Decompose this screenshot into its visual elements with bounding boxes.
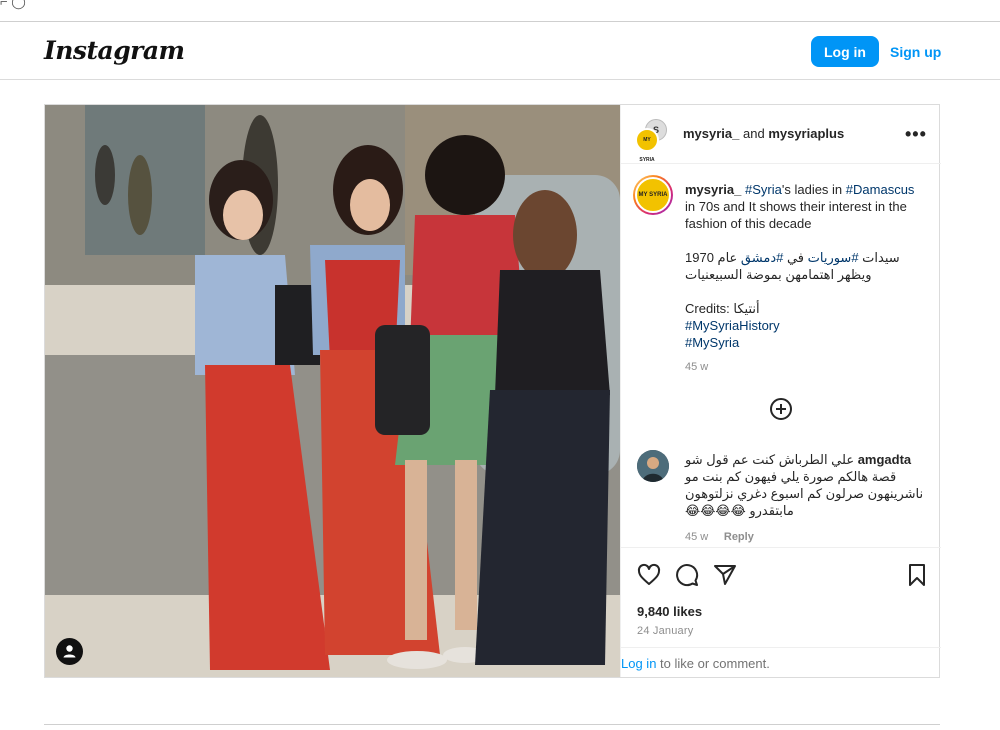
caption-ar-b: في: [783, 250, 808, 265]
login-prompt-text: to like or comment.: [656, 656, 770, 671]
post-photo[interactable]: [45, 105, 620, 677]
comment-username[interactable]: amgadta: [858, 452, 911, 467]
post-caption: mysyria_ #Syria's ladies in #Damascus in…: [685, 181, 925, 376]
bookmark-icon[interactable]: [905, 563, 929, 587]
caption-ar-a: سيدات: [858, 250, 900, 265]
instagram-logo[interactable]: Instagram: [44, 36, 185, 65]
browser-tab-stub: ⌐ ◯: [0, 0, 26, 9]
page-divider: [44, 724, 940, 725]
avatar-mysyria: MY SYRIA: [635, 128, 659, 163]
post-header: S MY SYRIA mysyria_ and mysyriaplus •••: [621, 105, 941, 164]
caption-arabic-line-1: سيدات #سوريات في #دمشق عام 1970: [685, 249, 925, 266]
hashtag-syria[interactable]: #Syria: [745, 182, 782, 197]
heart-icon[interactable]: [637, 563, 661, 587]
login-button[interactable]: Log in: [811, 36, 879, 67]
signup-link[interactable]: Sign up: [890, 44, 941, 60]
more-icon[interactable]: •••: [905, 124, 927, 145]
browser-strip: ⌐ ◯: [0, 0, 1000, 22]
likes-count[interactable]: 9,840 likes: [637, 604, 702, 619]
hashtag-dimashq-ar[interactable]: #دمشق: [741, 250, 783, 265]
collab-avatars[interactable]: S MY SYRIA: [635, 119, 669, 163]
post-sidebar: S MY SYRIA mysyria_ and mysyriaplus ••• …: [620, 105, 941, 677]
author-link-1[interactable]: mysyria_: [683, 126, 739, 141]
caption-ar-c: عام 1970: [685, 250, 741, 265]
comment-body: amgadta علي الطرباش كنت عم قول شو قصة ها…: [685, 451, 925, 519]
caption-avatar-logo: MY SYRIA: [635, 177, 671, 213]
comment-timestamp[interactable]: 45 w: [685, 531, 708, 543]
caption-avatar[interactable]: MY SYRIA: [633, 175, 673, 215]
caption-timestamp[interactable]: 45 w: [685, 359, 925, 376]
hashtag-damascus[interactable]: #Damascus: [846, 182, 915, 197]
hashtag-syrians-ar[interactable]: #سوريات: [808, 250, 859, 265]
post-authors: mysyria_ and mysyriaplus: [683, 126, 844, 141]
caption-text-2: in 70s and It shows their interest in th…: [685, 199, 907, 231]
comment-icon[interactable]: [675, 563, 699, 587]
commenter-avatar[interactable]: [637, 450, 669, 482]
post-actions: 9,840 likes 24 January: [621, 547, 941, 647]
street-photo-illustration: [45, 105, 620, 677]
user-tag-icon[interactable]: [56, 638, 83, 665]
login-prompt: Log in to like or comment.: [621, 647, 941, 677]
caption-username[interactable]: mysyria_: [685, 182, 741, 197]
login-prompt-link[interactable]: Log in: [621, 656, 656, 671]
hashtag-mysyria[interactable]: #MySyria: [685, 334, 925, 351]
post-date[interactable]: 24 January: [637, 625, 693, 637]
top-nav: Instagram Log in Sign up: [0, 22, 1000, 80]
caption-credits: Credits: أنتيكا: [685, 301, 760, 316]
author-joiner: and: [739, 126, 769, 141]
author-link-2[interactable]: mysyriaplus: [768, 126, 844, 141]
share-icon[interactable]: [713, 563, 737, 587]
caption-text-1: 's ladies in: [781, 182, 846, 197]
add-comment-icon[interactable]: [769, 397, 793, 421]
comment-item: amgadta علي الطرباش كنت عم قول شو قصة ها…: [685, 451, 925, 546]
caption-arabic-line-2: ويظهر اهتمامهن بموضة السبيعنيات: [685, 267, 872, 282]
caption-english: mysyria_ #Syria's ladies in #Damascus in…: [685, 181, 925, 232]
post-card: S MY SYRIA mysyria_ and mysyriaplus ••• …: [44, 104, 941, 678]
reply-button[interactable]: Reply: [724, 531, 754, 543]
hashtag-mysyriahistory[interactable]: #MySyriaHistory: [685, 317, 925, 334]
